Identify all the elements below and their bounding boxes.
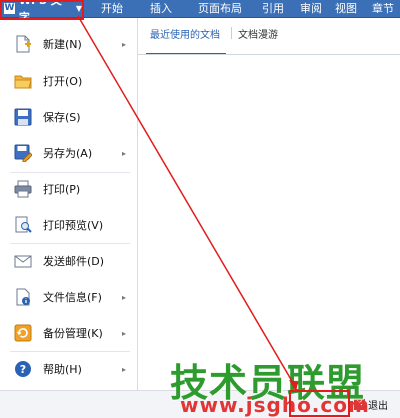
open-folder-icon	[14, 75, 32, 89]
menu-item-new[interactable]: 新建(N) ▸	[0, 26, 137, 62]
print-icon	[14, 180, 32, 198]
menu-item-label: 打印(P)	[43, 183, 81, 196]
submenu-arrow-icon: ▸	[122, 328, 127, 338]
submenu-arrow-icon: ▸	[122, 292, 127, 302]
menu-item-save-as[interactable]: 另存为(A) ▸	[0, 135, 137, 171]
highlight-box-exit	[289, 390, 350, 417]
tab-document-roaming[interactable]: 文档漫游	[238, 26, 278, 41]
menu-item-label: 帮助(H)	[43, 363, 82, 376]
menu-item-open[interactable]: 打开(O)	[0, 63, 137, 99]
recent-documents-panel: 最近使用的文档 文档漫游	[138, 18, 400, 390]
svg-text:?: ?	[20, 363, 26, 376]
menu-item-file-info[interactable]: 文件信息(F) ▸	[0, 279, 137, 315]
tab-chapter[interactable]: 章节	[372, 0, 394, 17]
menu-item-print[interactable]: 打印(P)	[0, 171, 137, 207]
tab-page-layout[interactable]: 页面布局	[198, 0, 242, 17]
tab-view[interactable]: 视图	[335, 0, 357, 17]
menu-item-send-mail[interactable]: 发送邮件(D)	[0, 243, 137, 279]
menu-item-label: 文件信息(F)	[43, 291, 102, 304]
tab-insert[interactable]: 插入	[150, 0, 172, 17]
highlight-box-wps-button	[0, 0, 84, 20]
new-document-icon	[16, 35, 31, 53]
menu-item-save[interactable]: 保存(S)	[0, 99, 137, 135]
menu-item-label: 打开(O)	[43, 75, 83, 88]
print-preview-icon	[15, 216, 32, 233]
backup-icon	[14, 324, 32, 342]
menu-item-label: 另存为(A)	[43, 147, 93, 160]
menu-item-label: 新建(N)	[43, 38, 82, 51]
tab-start[interactable]: 开始	[101, 0, 123, 17]
file-info-icon	[16, 288, 30, 306]
menu-item-label: 打印预览(V)	[43, 219, 104, 232]
menu-item-label: 保存(S)	[43, 111, 81, 124]
help-icon: ?	[15, 361, 31, 377]
submenu-arrow-icon: ▸	[122, 364, 127, 374]
tab-recent-documents[interactable]: 最近使用的文档	[150, 26, 220, 41]
mail-icon	[14, 255, 32, 268]
file-menu: 新建(N) ▸ 打开(O) 保存(S) 另存为(A) ▸ 打印(P) 打印预览(…	[0, 18, 138, 390]
save-as-icon	[14, 144, 32, 162]
menu-item-label: 备份管理(K)	[43, 327, 103, 340]
exit-label: 退出	[368, 401, 388, 412]
tab-references[interactable]: 引用	[262, 0, 284, 17]
submenu-arrow-icon: ▸	[122, 148, 127, 158]
submenu-arrow-icon: ▸	[122, 39, 127, 49]
menu-item-help[interactable]: ? 帮助(H) ▸	[0, 351, 137, 387]
tab-underline	[138, 54, 400, 55]
tab-divider	[231, 27, 232, 39]
menu-item-print-preview[interactable]: 打印预览(V)	[0, 207, 137, 243]
tab-review[interactable]: 审阅	[300, 0, 322, 17]
menu-item-label: 发送邮件(D)	[43, 255, 105, 268]
save-icon	[14, 108, 32, 126]
menu-item-backup[interactable]: 备份管理(K) ▸	[0, 315, 137, 351]
